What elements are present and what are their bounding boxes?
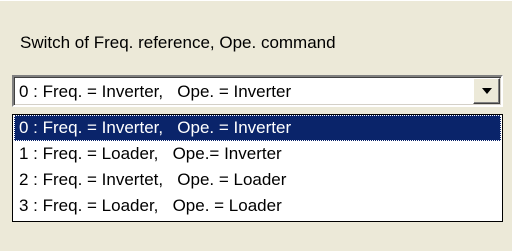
dropdown-option-1[interactable]: 1 : Freq. = Loader, Ope.= Inverter — [14, 141, 501, 167]
chevron-down-icon — [482, 88, 492, 94]
freq-ope-combobox[interactable]: 0 : Freq. = Inverter, Ope. = Inverter — [12, 75, 503, 107]
dropdown-option-2[interactable]: 2 : Freq. = Invertet, Ope. = Loader — [14, 167, 501, 193]
combobox-dropdown-button[interactable] — [473, 78, 500, 104]
window-top-edge — [0, 0, 513, 1]
switch-section-label: Switch of Freq. reference, Ope. command — [20, 33, 336, 52]
dropdown-option-3[interactable]: 3 : Freq. = Loader, Ope. = Loader — [14, 193, 501, 219]
combobox-selected-value: 0 : Freq. = Inverter, Ope. = Inverter — [19, 82, 292, 101]
combobox-dropdown-list[interactable]: 0 : Freq. = Inverter, Ope. = Inverter 1 … — [12, 114, 503, 222]
dropdown-option-0[interactable]: 0 : Freq. = Inverter, Ope. = Inverter — [14, 115, 501, 141]
